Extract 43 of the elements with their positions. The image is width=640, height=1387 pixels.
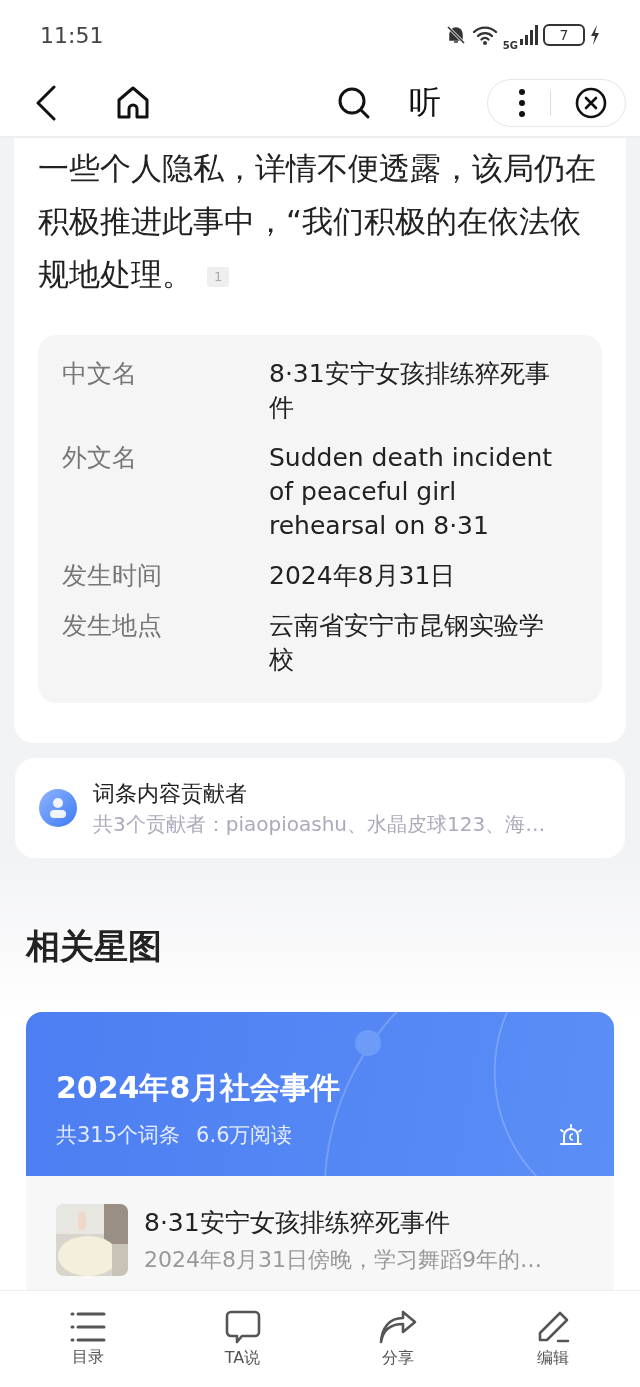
close-icon[interactable]	[575, 87, 607, 119]
chat-tab[interactable]: TA说	[192, 1308, 293, 1370]
alarm-light-icon[interactable]	[558, 1124, 584, 1146]
article-paragraph: 一些个人隐私，详情不便透露，该局仍在积极推进此事中，“我们积极的在依法依规地处理。 1	[38, 149, 597, 294]
entry-summary: 2024年8月31日傍晚，学习舞蹈9年的…	[144, 1245, 542, 1274]
list-tab[interactable]: 目录	[37, 1309, 138, 1369]
orb-decoration	[355, 1030, 381, 1056]
info-label: 外文名	[62, 442, 138, 474]
more-icon[interactable]	[518, 88, 526, 118]
contributors-title: 词条内容贡献者	[93, 779, 248, 808]
signal-icon	[520, 25, 538, 45]
edit-tab[interactable]: 编辑	[502, 1308, 603, 1370]
topic-title: 2024年8月社会事件	[56, 1069, 342, 1107]
share-tab[interactable]: 分享	[347, 1308, 448, 1370]
wifi-icon	[471, 24, 498, 46]
charging-bolt-icon	[590, 25, 600, 45]
related-entry[interactable]: 8·31安宁女孩排练猝死事件 2024年8月31日傍晚，学习舞蹈9年的…	[26, 1176, 614, 1290]
topic-banner[interactable]: 2024年8月社会事件 共315个词条 6.6万阅读	[26, 1012, 614, 1176]
info-value: 云南省安宁市昆钢实验学校	[269, 610, 545, 676]
network-label: 5G	[502, 39, 518, 51]
back-icon[interactable]	[34, 85, 58, 121]
home-icon[interactable]	[116, 86, 150, 120]
section-heading: 相关星图	[26, 925, 163, 968]
status-time: 11:51	[40, 22, 104, 48]
info-value: 8·31安宁女孩排练猝死事件	[269, 358, 551, 424]
listen-button[interactable]: 听	[409, 81, 441, 125]
search-icon[interactable]	[337, 86, 371, 120]
entry-count: 共315个词条	[56, 1122, 181, 1149]
info-value: Sudden death incident of peaceful girl rehearsal on 8·31	[269, 442, 554, 542]
info-value: 2024年8月31日	[269, 560, 457, 592]
contributors-summary: 共3个贡献者：piaopioashu、水晶皮球123、海…	[93, 810, 546, 838]
info-label: 发生时间	[62, 560, 163, 592]
user-avatar-icon	[39, 789, 77, 827]
info-label: 中文名	[62, 358, 138, 390]
share-icon	[378, 1309, 417, 1344]
read-count: 6.6万阅读	[196, 1122, 293, 1149]
entry-title: 8·31安宁女孩排练猝死事件	[144, 1206, 451, 1239]
contributors-card[interactable]: 词条内容贡献者 共3个贡献者：piaopioashu、水晶皮球123、海…	[15, 758, 625, 858]
info-label: 发生地点	[62, 610, 163, 642]
muted-bell-icon	[444, 24, 467, 46]
battery-level: 7	[543, 24, 585, 46]
list-icon	[69, 1310, 106, 1343]
chat-bubble-icon	[224, 1309, 261, 1344]
